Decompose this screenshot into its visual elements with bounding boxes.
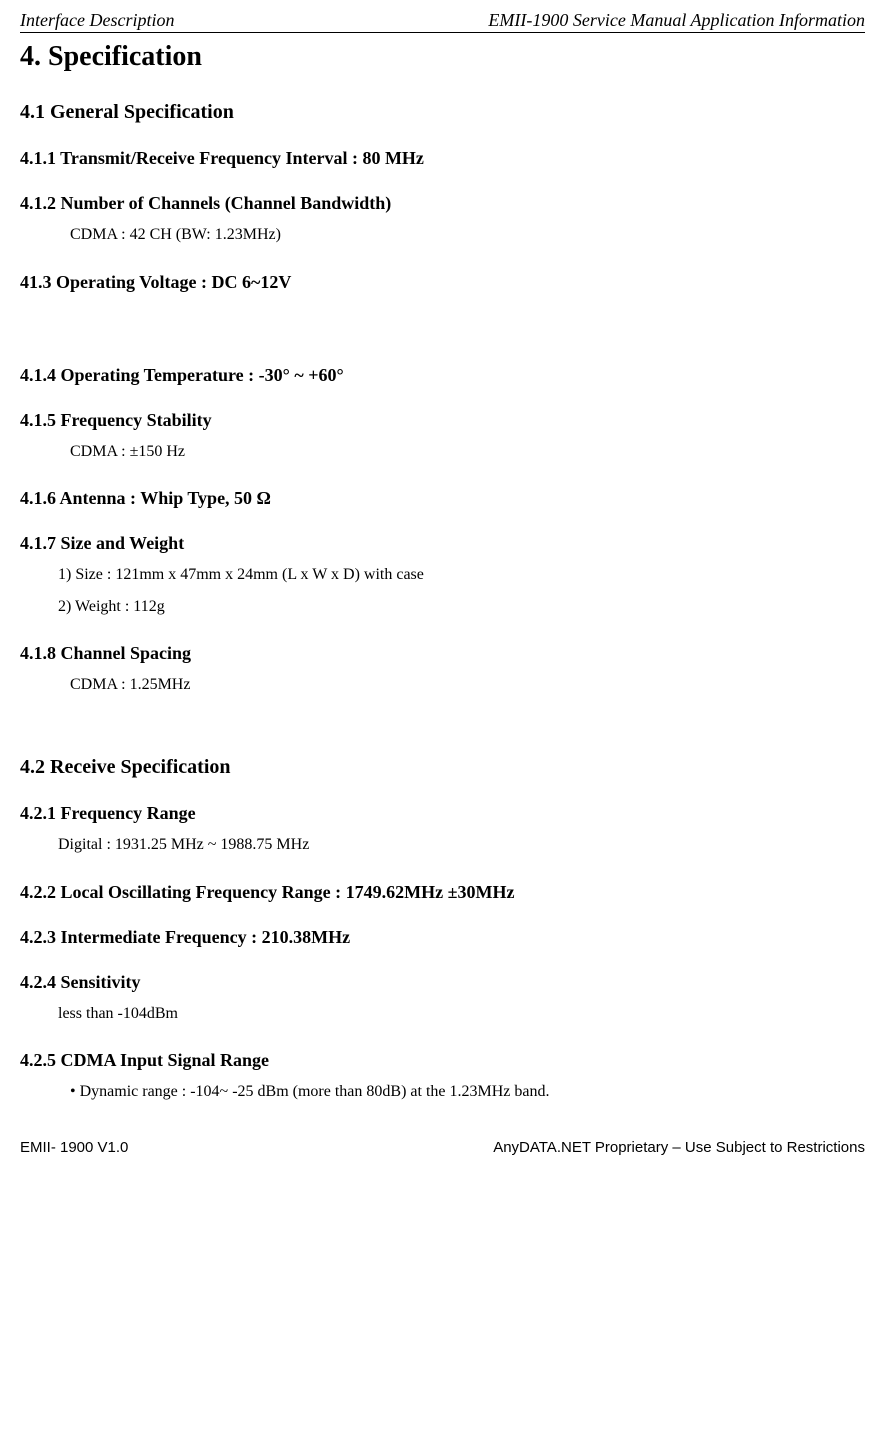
section-4-1-2-heading: 4.1.2 Number of Channels (Channel Bandwi… [20, 193, 865, 214]
section-4-1-heading: 4.1 General Specification [20, 101, 865, 124]
section-4-2-5-heading: 4.2.5 CDMA Input Signal Range [20, 1050, 865, 1071]
section-4-1-6: 4.1.6 Antenna : Whip Type, 50 Ω [20, 488, 865, 509]
footer-right: AnyDATA.NET Proprietary – Use Subject to… [493, 1139, 865, 1156]
section-4-1-4: 4.1.4 Operating Temperature : -30° ~ +60… [20, 365, 865, 386]
section-4-2-5-body: • Dynamic range : -104~ -25 dBm (more th… [70, 1079, 865, 1105]
section-4-2-1-heading: 4.2.1 Frequency Range [20, 803, 865, 824]
footer-left: EMII- 1900 V1.0 [20, 1139, 128, 1156]
section-41-3: 41.3 Operating Voltage : DC 6~12V [20, 272, 865, 293]
section-4-2-3: 4.2.3 Intermediate Frequency : 210.38MHz [20, 927, 865, 948]
section-4-2-2: 4.2.2 Local Oscillating Frequency Range … [20, 882, 865, 903]
section-4-2-1-body: Digital : 1931.25 MHz ~ 1988.75 MHz [58, 832, 865, 858]
header-right: EMII-1900 Service Manual Application Inf… [488, 10, 865, 31]
section-4-1-7-weight: 2) Weight : 112g [58, 594, 865, 620]
section-4-1-7-heading: 4.1.7 Size and Weight [20, 533, 865, 554]
page-title: 4. Specification [20, 41, 865, 73]
page-footer: EMII- 1900 V1.0 AnyDATA.NET Proprietary … [20, 1139, 865, 1156]
section-4-2-heading: 4.2 Receive Specification [20, 756, 865, 779]
section-4-1-5-heading: 4.1.5 Frequency Stability [20, 410, 865, 431]
section-4-1-8-body: CDMA : 1.25MHz [70, 672, 865, 698]
header-left: Interface Description [20, 10, 174, 31]
section-4-1-1: 4.1.1 Transmit/Receive Frequency Interva… [20, 148, 865, 169]
section-4-1-7-size: 1) Size : 121mm x 47mm x 24mm (L x W x D… [58, 562, 865, 588]
section-4-1-8-heading: 4.1.8 Channel Spacing [20, 643, 865, 664]
page-header: Interface Description EMII-1900 Service … [20, 10, 865, 33]
section-4-1-2-body: CDMA : 42 CH (BW: 1.23MHz) [70, 222, 865, 248]
section-4-2-4-heading: 4.2.4 Sensitivity [20, 972, 865, 993]
section-4-1-5-body: CDMA : ±150 Hz [70, 439, 865, 465]
section-4-2-4-body: less than -104dBm [58, 1001, 865, 1027]
